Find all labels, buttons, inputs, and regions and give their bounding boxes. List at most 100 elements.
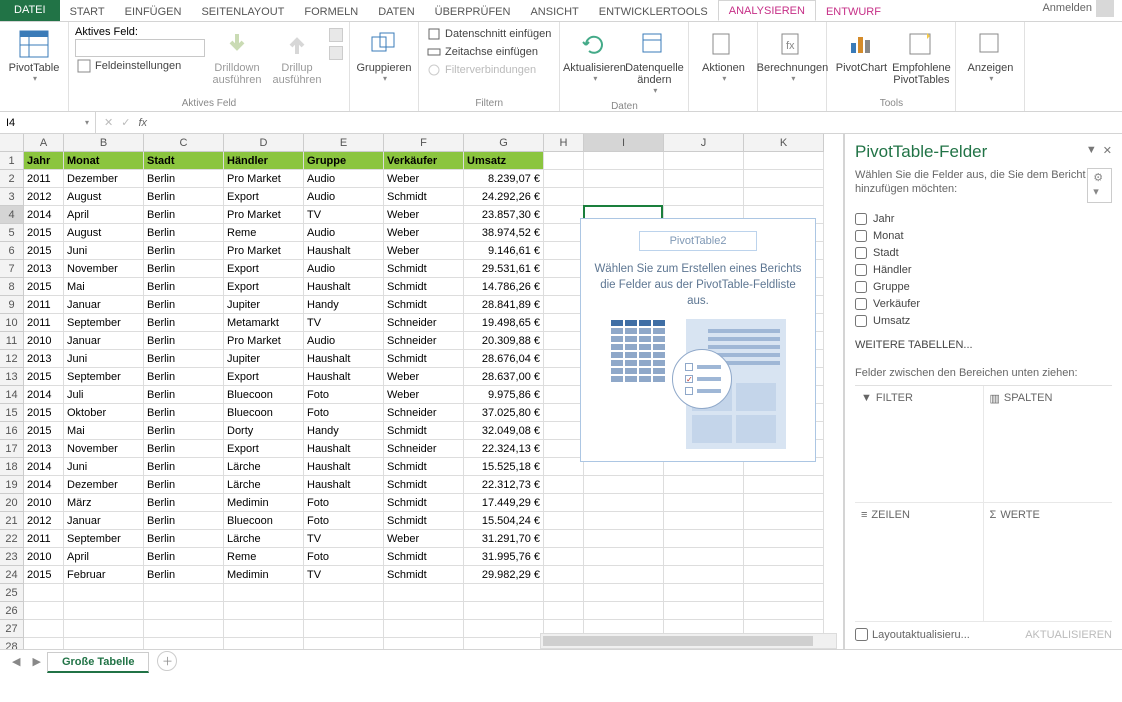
cell[interactable] xyxy=(664,476,744,494)
cell[interactable]: Juni xyxy=(64,350,144,368)
cell[interactable]: Jupiter xyxy=(224,296,304,314)
cell[interactable]: 29.982,29 € xyxy=(464,566,544,584)
collapse-button[interactable] xyxy=(329,46,343,60)
tab-seitenlayout[interactable]: SEITENLAYOUT xyxy=(191,2,294,21)
cell[interactable]: Umsatz xyxy=(464,152,544,170)
cell[interactable]: 19.498,65 € xyxy=(464,314,544,332)
row-header[interactable]: 24 xyxy=(0,566,24,584)
cell[interactable]: Dezember xyxy=(64,170,144,188)
cell[interactable] xyxy=(664,584,744,602)
cell[interactable] xyxy=(64,602,144,620)
cell[interactable]: Januar xyxy=(64,332,144,350)
row-header[interactable]: 15 xyxy=(0,404,24,422)
cell[interactable] xyxy=(664,602,744,620)
field-verkäufer[interactable]: Verkäufer xyxy=(855,298,1112,310)
cell[interactable]: Weber xyxy=(384,242,464,260)
cell[interactable]: Weber xyxy=(384,530,464,548)
cell[interactable]: Jahr xyxy=(24,152,64,170)
pivottable-button[interactable]: PivotTable▾ xyxy=(4,24,64,87)
cell[interactable] xyxy=(304,584,384,602)
col-header[interactable]: C xyxy=(144,134,224,152)
cell[interactable] xyxy=(744,188,824,206)
cell[interactable] xyxy=(544,224,584,242)
pane-close-icon[interactable]: ✕ xyxy=(1103,144,1112,157)
cell[interactable]: 2013 xyxy=(24,440,64,458)
cell[interactable]: Berlin xyxy=(144,224,224,242)
cell[interactable]: 2015 xyxy=(24,404,64,422)
row-header[interactable]: 23 xyxy=(0,548,24,566)
cell[interactable] xyxy=(544,296,584,314)
cell[interactable] xyxy=(464,620,544,638)
cell[interactable]: 31.995,76 € xyxy=(464,548,544,566)
cell[interactable]: Export xyxy=(224,260,304,278)
tab-überprüfen[interactable]: ÜBERPRÜFEN xyxy=(425,2,521,21)
cell[interactable] xyxy=(584,602,664,620)
cell[interactable]: 22.324,13 € xyxy=(464,440,544,458)
cell[interactable]: Foto xyxy=(304,548,384,566)
cell[interactable]: Schneider xyxy=(384,314,464,332)
cell[interactable]: Schmidt xyxy=(384,512,464,530)
cell[interactable]: Reme xyxy=(224,548,304,566)
cell[interactable]: 28.637,00 € xyxy=(464,368,544,386)
fx-icon[interactable]: fx xyxy=(138,117,147,129)
cell[interactable]: 2011 xyxy=(24,170,64,188)
row-header[interactable]: 25 xyxy=(0,584,24,602)
cell[interactable] xyxy=(304,602,384,620)
col-header[interactable]: E xyxy=(304,134,384,152)
cell[interactable]: Berlin xyxy=(144,458,224,476)
cell[interactable]: TV xyxy=(304,314,384,332)
cell[interactable]: Handy xyxy=(304,422,384,440)
cell[interactable] xyxy=(224,584,304,602)
cell[interactable]: Dezember xyxy=(64,476,144,494)
cell[interactable]: Berlin xyxy=(144,188,224,206)
cell[interactable]: Medimin xyxy=(224,494,304,512)
cell[interactable]: Export xyxy=(224,368,304,386)
cell[interactable]: Bluecoon xyxy=(224,386,304,404)
field-stadt[interactable]: Stadt xyxy=(855,247,1112,259)
cell[interactable]: Weber xyxy=(384,368,464,386)
cell[interactable]: Berlin xyxy=(144,476,224,494)
col-header[interactable]: I xyxy=(584,134,664,152)
row-header[interactable]: 2 xyxy=(0,170,24,188)
cell[interactable]: Foto xyxy=(304,404,384,422)
cell[interactable]: Reme xyxy=(224,224,304,242)
row-header[interactable]: 14 xyxy=(0,386,24,404)
cell[interactable]: April xyxy=(64,206,144,224)
cell[interactable] xyxy=(544,566,584,584)
cell[interactable]: 14.786,26 € xyxy=(464,278,544,296)
cell[interactable]: 2011 xyxy=(24,314,64,332)
cell[interactable] xyxy=(384,638,464,649)
refresh-button[interactable]: Aktualisieren▾ xyxy=(564,24,624,87)
cell[interactable] xyxy=(544,584,584,602)
cell[interactable] xyxy=(664,152,744,170)
cell[interactable] xyxy=(544,260,584,278)
cell[interactable] xyxy=(744,584,824,602)
cell[interactable]: März xyxy=(64,494,144,512)
row-header[interactable]: 26 xyxy=(0,602,24,620)
cell[interactable] xyxy=(664,170,744,188)
active-field-input[interactable] xyxy=(75,39,205,57)
cell[interactable] xyxy=(744,476,824,494)
field-händler[interactable]: Händler xyxy=(855,264,1112,276)
cell[interactable]: 32.049,08 € xyxy=(464,422,544,440)
cell[interactable]: Mai xyxy=(64,278,144,296)
cell[interactable]: 22.312,73 € xyxy=(464,476,544,494)
row-header[interactable]: 20 xyxy=(0,494,24,512)
cell[interactable]: Schmidt xyxy=(384,296,464,314)
row-header[interactable]: 21 xyxy=(0,512,24,530)
cell[interactable] xyxy=(744,494,824,512)
cell[interactable]: 28.841,89 € xyxy=(464,296,544,314)
cell[interactable]: Audio xyxy=(304,188,384,206)
cell[interactable]: Monat xyxy=(64,152,144,170)
show-button[interactable]: Anzeigen▾ xyxy=(960,24,1020,87)
cell[interactable] xyxy=(664,530,744,548)
row-header[interactable]: 16 xyxy=(0,422,24,440)
cell[interactable]: 37.025,80 € xyxy=(464,404,544,422)
cell[interactable]: Schmidt xyxy=(384,548,464,566)
cell[interactable]: Bluecoon xyxy=(224,404,304,422)
cell[interactable]: Haushalt xyxy=(304,350,384,368)
area-rows[interactable]: ≡ ZEILEN xyxy=(855,503,984,621)
cell[interactable] xyxy=(544,170,584,188)
cell[interactable] xyxy=(64,620,144,638)
cell[interactable]: Weber xyxy=(384,170,464,188)
